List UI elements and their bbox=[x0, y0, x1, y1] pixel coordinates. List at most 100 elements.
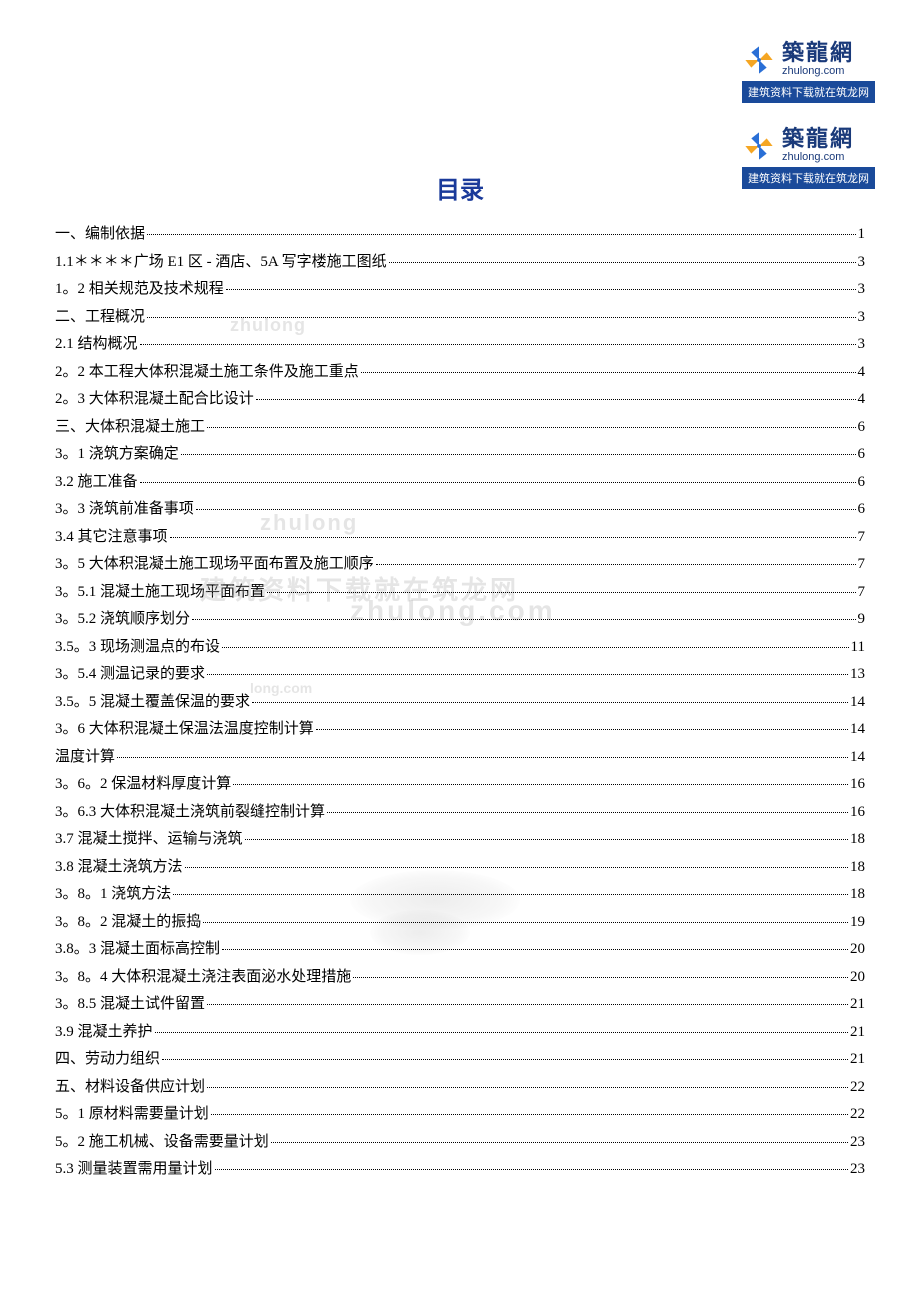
toc-row: 3。8。2 混凝土的振捣19 bbox=[55, 915, 865, 943]
toc-row: 3.5。5 混凝土覆盖保温的要求14 bbox=[55, 695, 865, 723]
toc-row: 5。2 施工机械、设备需要量计划23 bbox=[55, 1135, 865, 1163]
toc-label: 3。8。1 浇筑方法 bbox=[55, 887, 171, 902]
toc-page-number: 14 bbox=[850, 750, 865, 765]
toc-leader-dots bbox=[203, 922, 848, 923]
toc-row: 五、材料设备供应计划22 bbox=[55, 1080, 865, 1108]
toc-page-number: 4 bbox=[858, 365, 866, 380]
toc-page-number: 22 bbox=[850, 1107, 865, 1122]
toc-page-number: 22 bbox=[850, 1080, 865, 1095]
toc-leader-dots bbox=[207, 674, 848, 675]
toc-row: 5。1 原材料需要量计划22 bbox=[55, 1107, 865, 1135]
toc-row: 3。5.4 测温记录的要求 13 bbox=[55, 667, 865, 695]
toc-page-number: 21 bbox=[850, 1025, 865, 1040]
toc-label: 3。6。2 保温材料厚度计算 bbox=[55, 777, 231, 792]
toc-page-number: 3 bbox=[858, 255, 866, 270]
toc-page-number: 3 bbox=[858, 337, 866, 352]
toc-row: 3。8。1 浇筑方法 18 bbox=[55, 887, 865, 915]
toc-page-number: 19 bbox=[850, 915, 865, 930]
toc-row: 3。5.2 浇筑顺序划分9 bbox=[55, 612, 865, 640]
toc-page-number: 18 bbox=[850, 832, 865, 847]
toc-page-number: 23 bbox=[850, 1135, 865, 1150]
toc-leader-dots bbox=[207, 427, 855, 428]
logo-cn: 築龍網 bbox=[782, 42, 854, 64]
toc-label: 5.3 测量装置需用量计划 bbox=[55, 1162, 213, 1177]
toc-page-number: 20 bbox=[850, 970, 865, 985]
toc-row: 3。1 浇筑方案确定6 bbox=[55, 447, 865, 475]
logo-row: 築龍網 zhulong.com bbox=[742, 128, 854, 163]
toc-row: 3。8。4 大体积混凝土浇注表面泌水处理措施 20 bbox=[55, 970, 865, 998]
toc-leader-dots bbox=[207, 1004, 848, 1005]
toc-row: 一、编制依据 1 bbox=[55, 227, 865, 255]
toc-label: 3。1 浇筑方案确定 bbox=[55, 447, 179, 462]
toc-row: 3。6 大体积混凝土保温法温度控制计算14 bbox=[55, 722, 865, 750]
toc-page-number: 6 bbox=[858, 475, 866, 490]
toc-row: 1。2 相关规范及技术规程3 bbox=[55, 282, 865, 310]
toc-row: 3。3 浇筑前准备事项 6 bbox=[55, 502, 865, 530]
toc-row: 3。6。2 保温材料厚度计算 16 bbox=[55, 777, 865, 805]
brand-logo-top: 築龍網 zhulong.com 建筑资料下载就在筑龙网 bbox=[742, 42, 875, 103]
toc-leader-dots bbox=[389, 262, 856, 263]
toc-leader-dots bbox=[252, 702, 848, 703]
toc-row: 二、工程概况3 bbox=[55, 310, 865, 338]
toc-page-number: 16 bbox=[850, 805, 865, 820]
toc-page-number: 23 bbox=[850, 1162, 865, 1177]
toc-label: 一、编制依据 bbox=[55, 227, 145, 242]
toc-label: 3.8 混凝土浇筑方法 bbox=[55, 860, 183, 875]
toc-leader-dots bbox=[226, 289, 856, 290]
toc-page-number: 6 bbox=[858, 502, 866, 517]
toc-leader-dots bbox=[215, 1169, 848, 1170]
toc-leader-dots bbox=[162, 1059, 848, 1060]
logo-banner: 建筑资料下载就在筑龙网 bbox=[742, 81, 875, 103]
logo-cn: 築龍網 bbox=[782, 128, 854, 150]
brand-logo-second: 築龍網 zhulong.com 建筑资料下载就在筑龙网 bbox=[742, 128, 875, 189]
toc-page-number: 20 bbox=[850, 942, 865, 957]
toc-label: 3。5.1 混凝土施工现场平面布置 bbox=[55, 585, 265, 600]
toc-page-number: 1 bbox=[858, 227, 866, 242]
toc-leader-dots bbox=[361, 372, 856, 373]
toc-row: 2。3 大体积混凝土配合比设计4 bbox=[55, 392, 865, 420]
toc-leader-dots bbox=[147, 234, 855, 235]
toc-row: 1.1＊＊＊＊广场 E1 区 - 酒店、5A 写字楼施工图纸3 bbox=[55, 255, 865, 283]
toc-leader-dots bbox=[256, 399, 856, 400]
toc-row: 3.7 混凝土搅拌、运输与浇筑 18 bbox=[55, 832, 865, 860]
logo-en: zhulong.com bbox=[782, 152, 854, 163]
logo-text: 築龍網 zhulong.com bbox=[782, 42, 854, 77]
toc-label: 温度计算 bbox=[55, 750, 115, 765]
toc-label: 四、劳动力组织 bbox=[55, 1052, 160, 1067]
toc-row: 2.1 结构概况3 bbox=[55, 337, 865, 365]
toc-row: 三、大体积混凝土施工6 bbox=[55, 420, 865, 448]
toc-leader-dots bbox=[173, 894, 848, 895]
toc-leader-dots bbox=[117, 757, 848, 758]
toc-label: 3。8。4 大体积混凝土浇注表面泌水处理措施 bbox=[55, 970, 351, 985]
toc-label: 1。2 相关规范及技术规程 bbox=[55, 282, 224, 297]
logo-text: 築龍網 zhulong.com bbox=[782, 128, 854, 163]
toc-leader-dots bbox=[196, 509, 856, 510]
toc-row: 温度计算 14 bbox=[55, 750, 865, 778]
toc-row: 2。2 本工程大体积混凝土施工条件及施工重点4 bbox=[55, 365, 865, 393]
toc-label: 3。5.4 测温记录的要求 bbox=[55, 667, 205, 682]
toc-leader-dots bbox=[181, 454, 856, 455]
toc-label: 3。8.5 混凝土试件留置 bbox=[55, 997, 205, 1012]
toc-leader-dots bbox=[207, 1087, 848, 1088]
toc-row: 3。5 大体积混凝土施工现场平面布置及施工顺序7 bbox=[55, 557, 865, 585]
toc-row: 3。6.3 大体积混凝土浇筑前裂缝控制计算16 bbox=[55, 805, 865, 833]
toc-page-number: 21 bbox=[850, 1052, 865, 1067]
toc-label: 3。3 浇筑前准备事项 bbox=[55, 502, 194, 517]
table-of-contents: 一、编制依据 1 1.1＊＊＊＊广场 E1 区 - 酒店、5A 写字楼施工图纸31。… bbox=[55, 227, 865, 1190]
toc-page-number: 21 bbox=[850, 997, 865, 1012]
toc-leader-dots bbox=[327, 812, 848, 813]
toc-leader-dots bbox=[140, 344, 856, 345]
pinwheel-icon bbox=[742, 129, 776, 163]
toc-label: 3.7 混凝土搅拌、运输与浇筑 bbox=[55, 832, 243, 847]
toc-row: 5.3 测量装置需用量计划 23 bbox=[55, 1162, 865, 1190]
toc-row: 3.8。3 混凝土面标高控制20 bbox=[55, 942, 865, 970]
toc-page-number: 14 bbox=[850, 695, 865, 710]
toc-page-number: 16 bbox=[850, 777, 865, 792]
toc-row: 3.8 混凝土浇筑方法18 bbox=[55, 860, 865, 888]
toc-leader-dots bbox=[211, 1114, 848, 1115]
toc-leader-dots bbox=[376, 564, 856, 565]
toc-row: 3。8.5 混凝土试件留置 21 bbox=[55, 997, 865, 1025]
logo-en: zhulong.com bbox=[782, 66, 854, 77]
toc-page-number: 13 bbox=[850, 667, 865, 682]
toc-page-number: 18 bbox=[850, 887, 865, 902]
